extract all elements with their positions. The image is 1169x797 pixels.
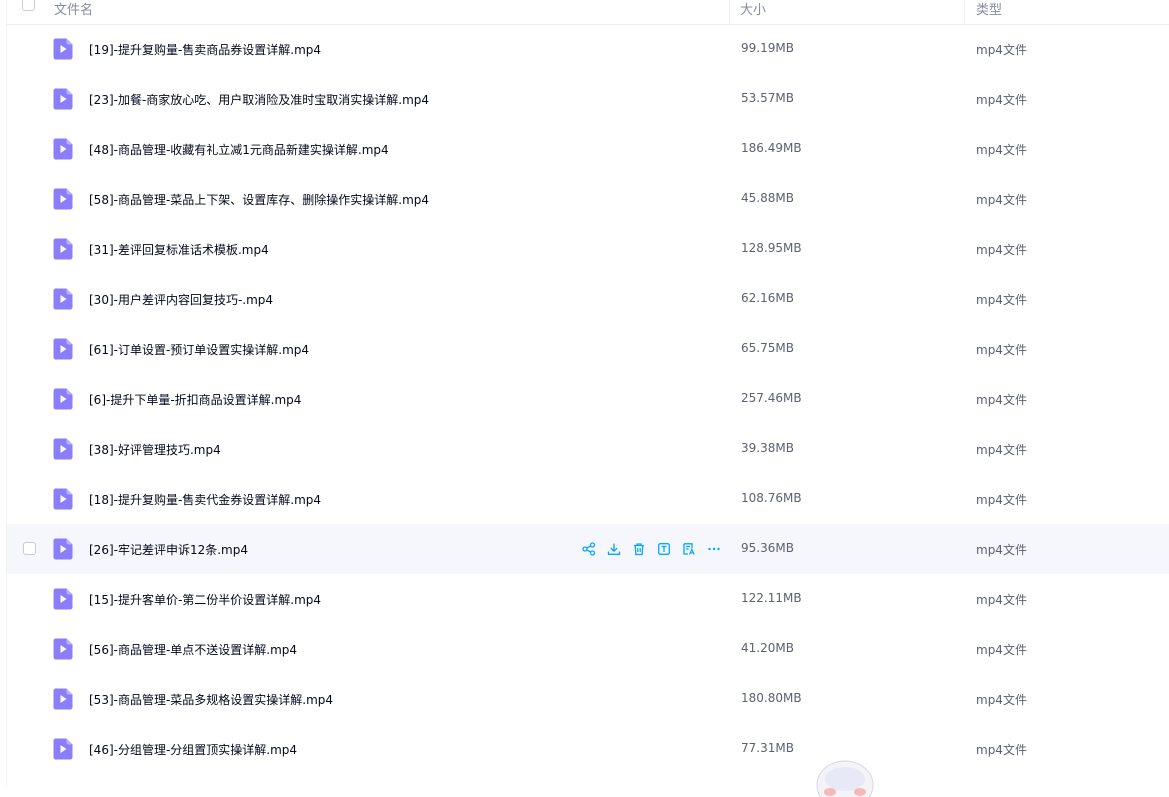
file-size: 180.80MB <box>741 691 802 705</box>
video-file-icon <box>53 688 73 710</box>
file-name[interactable]: [56]-商品管理-单点不送设置详解.mp4 <box>89 641 297 658</box>
file-row[interactable]: [53]-商品管理-菜品多规格设置实操详解.mp4 180.80MB mp4文件 <box>7 674 1169 724</box>
video-file-icon <box>53 588 73 610</box>
column-header-type[interactable]: 类型 <box>976 0 1002 18</box>
file-row[interactable]: [23]-加餐-商家放心吃、用户取消险及准时宝取消实操详解.mp4 53.57MB… <box>7 74 1169 124</box>
video-file-icon <box>53 638 73 660</box>
file-size: 128.95MB <box>741 241 802 255</box>
file-type: mp4文件 <box>976 393 1027 407</box>
video-file-icon <box>53 188 73 210</box>
video-file-icon <box>53 438 73 460</box>
file-row[interactable]: [46]-分组管理-分组置顶实操详解.mp4 77.31MB mp4文件 <box>7 724 1169 774</box>
file-type: mp4文件 <box>976 743 1027 757</box>
file-size: 62.16MB <box>741 291 794 305</box>
file-row[interactable]: [31]-差评回复标准话术模板.mp4 128.95MB mp4文件 <box>7 224 1169 274</box>
file-row[interactable]: [56]-商品管理-单点不送设置详解.mp4 41.20MB mp4文件 <box>7 624 1169 674</box>
video-file-icon <box>53 388 73 410</box>
row-actions <box>580 540 723 558</box>
file-size: 77.31MB <box>741 741 794 755</box>
file-type: mp4文件 <box>976 293 1027 307</box>
column-divider[interactable] <box>729 0 730 24</box>
column-header-size[interactable]: 大小 <box>740 0 766 18</box>
file-row[interactable]: [26]-牢记差评申诉12条.mp4 95.36MB mp4文件 <box>7 524 1169 574</box>
video-file-icon <box>53 238 73 260</box>
file-name[interactable]: [30]-用户差评内容回复技巧-.mp4 <box>89 291 273 308</box>
file-type: mp4文件 <box>976 443 1027 457</box>
translate-icon[interactable] <box>680 540 698 558</box>
video-file-icon <box>53 138 73 160</box>
file-list-header: 文件名 大小 类型 <box>7 0 1169 25</box>
delete-icon[interactable] <box>630 540 648 558</box>
share-icon[interactable] <box>580 540 598 558</box>
file-size: 41.20MB <box>741 641 794 655</box>
file-size: 95.36MB <box>741 541 794 555</box>
file-row[interactable]: [48]-商品管理-收藏有礼立减1元商品新建实操详解.mp4 186.49MB mp… <box>7 124 1169 174</box>
file-name[interactable]: [48]-商品管理-收藏有礼立减1元商品新建实操详解.mp4 <box>89 141 389 158</box>
file-size: 257.46MB <box>741 391 802 405</box>
file-row[interactable]: [58]-商品管理-菜品上下架、设置库存、删除操作实操详解.mp4 45.88MB… <box>7 174 1169 224</box>
video-file-icon <box>53 38 73 60</box>
file-row[interactable]: [30]-用户差评内容回复技巧-.mp4 62.16MB mp4文件 <box>7 274 1169 324</box>
file-row[interactable]: [19]-提升复购量-售卖商品券设置详解.mp4 99.19MB mp4文件 <box>7 24 1169 74</box>
file-row[interactable]: [6]-提升下单量-折扣商品设置详解.mp4 257.46MB mp4文件 <box>7 374 1169 424</box>
file-size: 39.38MB <box>741 441 794 455</box>
file-name[interactable]: [23]-加餐-商家放心吃、用户取消险及准时宝取消实操详解.mp4 <box>89 91 429 108</box>
file-row[interactable]: [15]-提升客单价-第二份半价设置详解.mp4 122.11MB mp4文件 <box>7 574 1169 624</box>
file-type: mp4文件 <box>976 493 1027 507</box>
file-type: mp4文件 <box>976 193 1027 207</box>
mascot-avatar-icon[interactable] <box>812 757 878 797</box>
video-file-icon <box>53 538 73 560</box>
rename-icon[interactable] <box>655 540 673 558</box>
file-type: mp4文件 <box>976 143 1027 157</box>
download-icon[interactable] <box>605 540 623 558</box>
file-name[interactable]: [15]-提升客单价-第二份半价设置详解.mp4 <box>89 591 321 608</box>
row-checkbox[interactable] <box>23 542 36 555</box>
file-type: mp4文件 <box>976 643 1027 657</box>
video-file-icon <box>53 88 73 110</box>
file-row[interactable]: [18]-提升复购量-售卖代金券设置详解.mp4 108.76MB mp4文件 <box>7 474 1169 524</box>
file-size: 45.88MB <box>741 191 794 205</box>
file-name[interactable]: [19]-提升复购量-售卖商品券设置详解.mp4 <box>89 41 321 58</box>
file-name[interactable]: [61]-订单设置-预订单设置实操详解.mp4 <box>89 341 309 358</box>
file-size: 186.49MB <box>741 141 802 155</box>
file-size: 53.57MB <box>741 91 794 105</box>
video-file-icon <box>53 288 73 310</box>
file-name[interactable]: [18]-提升复购量-售卖代金券设置详解.mp4 <box>89 491 321 508</box>
video-file-icon <box>53 488 73 510</box>
file-name[interactable]: [58]-商品管理-菜品上下架、设置库存、删除操作实操详解.mp4 <box>89 191 429 208</box>
file-name[interactable]: [53]-商品管理-菜品多规格设置实操详解.mp4 <box>89 691 333 708</box>
file-type: mp4文件 <box>976 343 1027 357</box>
file-name[interactable]: [46]-分组管理-分组置顶实操详解.mp4 <box>89 741 297 758</box>
file-size: 65.75MB <box>741 341 794 355</box>
column-divider[interactable] <box>964 0 965 24</box>
file-name[interactable]: [31]-差评回复标准话术模板.mp4 <box>89 241 269 258</box>
file-row[interactable]: [38]-好评管理技巧.mp4 39.38MB mp4文件 <box>7 424 1169 474</box>
select-all-checkbox[interactable] <box>22 0 35 11</box>
column-header-name[interactable]: 文件名 <box>54 0 93 18</box>
file-type: mp4文件 <box>976 543 1027 557</box>
file-name[interactable]: [26]-牢记差评申诉12条.mp4 <box>89 541 248 558</box>
video-file-icon <box>53 738 73 760</box>
file-row[interactable]: [61]-订单设置-预订单设置实操详解.mp4 65.75MB mp4文件 <box>7 324 1169 374</box>
file-type: mp4文件 <box>976 593 1027 607</box>
file-size: 122.11MB <box>741 591 802 605</box>
more-icon[interactable] <box>705 540 723 558</box>
file-name[interactable]: [38]-好评管理技巧.mp4 <box>89 441 221 458</box>
file-size: 108.76MB <box>741 491 802 505</box>
file-type: mp4文件 <box>976 693 1027 707</box>
file-type: mp4文件 <box>976 243 1027 257</box>
file-name[interactable]: [6]-提升下单量-折扣商品设置详解.mp4 <box>89 391 301 408</box>
file-type: mp4文件 <box>976 93 1027 107</box>
file-list: 文件名 大小 类型 [19]-提升复购量-售卖商品券设置详解.mp4 99.19M… <box>6 0 1169 788</box>
file-size: 99.19MB <box>741 41 794 55</box>
video-file-icon <box>53 338 73 360</box>
file-type: mp4文件 <box>976 43 1027 57</box>
